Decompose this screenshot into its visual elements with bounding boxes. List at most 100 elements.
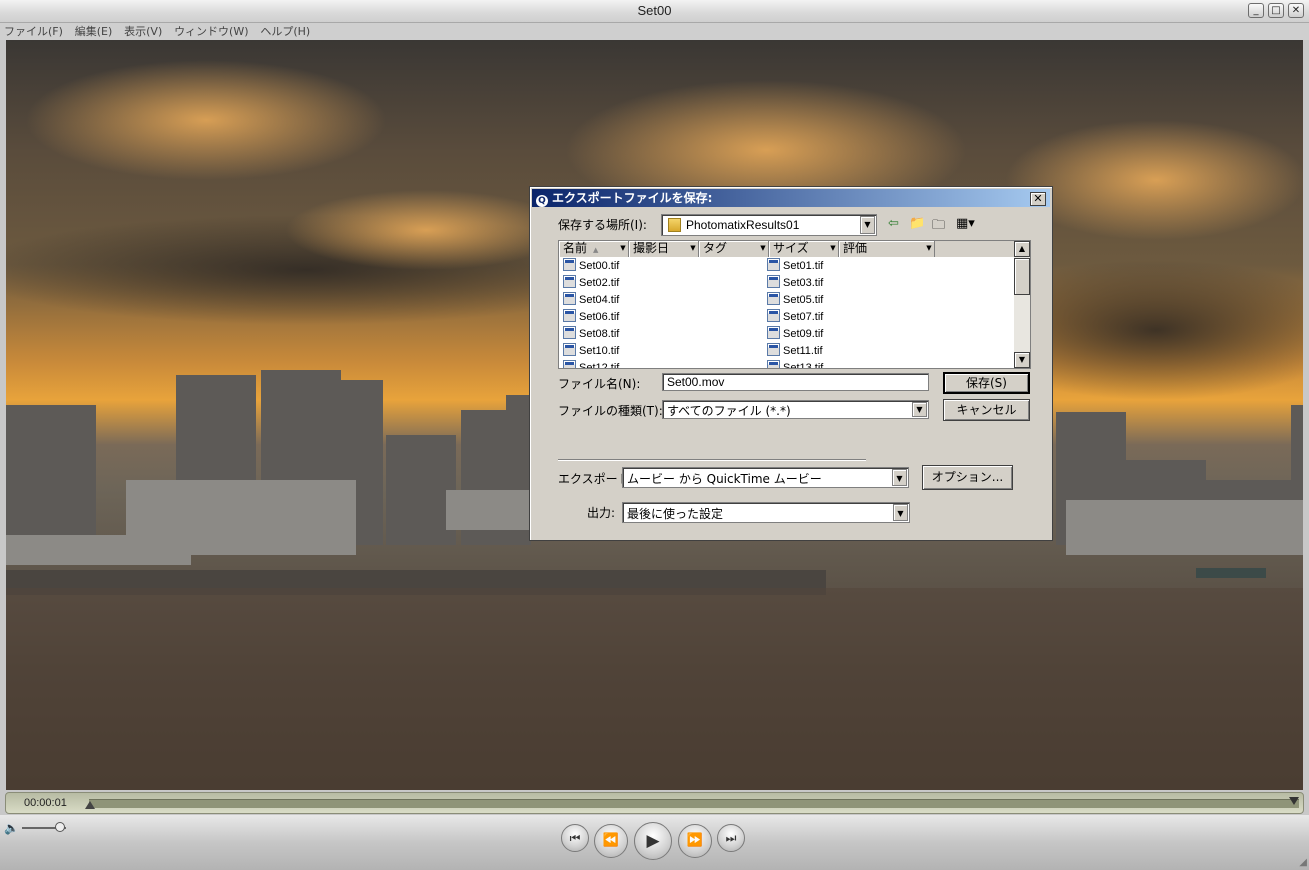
filename-input[interactable]: Set00.mov xyxy=(662,373,929,391)
tif-file-icon xyxy=(767,292,780,305)
folder-icon xyxy=(668,218,681,232)
tif-file-icon xyxy=(563,275,576,288)
window-titlebar: Set00 _ □ ✕ xyxy=(0,0,1309,23)
fast-forward-button[interactable]: ⏩ xyxy=(678,824,712,858)
quicktime-icon: Q xyxy=(536,195,548,207)
timeline-track[interactable] xyxy=(89,799,1299,808)
file-item[interactable]: Set01.tif xyxy=(767,258,823,275)
column-tag[interactable]: タグ ▼ xyxy=(699,241,769,257)
menu-window[interactable]: ウィンドウ(W) xyxy=(170,23,252,40)
separator xyxy=(558,459,866,461)
filename-label: ファイル名(N): xyxy=(558,377,641,391)
go-to-end-button[interactable]: ⏭ xyxy=(717,824,745,852)
location-combo[interactable]: PhotomatixResults01 ▼ xyxy=(661,214,877,236)
minimize-button[interactable]: _ xyxy=(1248,3,1264,18)
speaker-icon: 🔈 xyxy=(4,821,19,835)
export-select[interactable]: ムービー から QuickTime ムービー ▼ xyxy=(622,467,909,488)
file-name: Set01.tif xyxy=(783,260,824,272)
tif-file-icon xyxy=(767,343,780,356)
save-button[interactable]: 保存(S) xyxy=(943,372,1030,394)
file-item[interactable]: Set06.tif xyxy=(563,309,619,326)
file-item[interactable]: Set02.tif xyxy=(563,275,619,292)
file-item[interactable]: Set11.tif xyxy=(767,343,823,360)
output-label: 出力: xyxy=(587,506,616,520)
up-folder-icon[interactable]: 📁 xyxy=(909,216,925,231)
new-folder-icon[interactable]: 🗀 xyxy=(932,216,945,238)
file-item[interactable]: Set07.tif xyxy=(767,309,823,326)
file-name: Set05.tif xyxy=(783,294,824,306)
location-value: PhotomatixResults01 xyxy=(686,218,800,232)
chevron-down-icon[interactable]: ▼ xyxy=(893,504,908,521)
menu-edit[interactable]: 編集(E) xyxy=(71,23,117,40)
export-value: ムービー から QuickTime ムービー xyxy=(627,472,822,486)
scroll-up-button[interactable]: ▲ xyxy=(1014,241,1030,257)
vertical-scrollbar[interactable]: ▲ ▼ xyxy=(1014,241,1030,368)
chevron-down-icon[interactable]: ▼ xyxy=(860,216,875,234)
back-arrow-icon[interactable]: ⇦ xyxy=(888,216,899,231)
tif-file-icon xyxy=(563,326,576,339)
tif-file-icon xyxy=(767,258,780,271)
file-item[interactable]: Set00.tif xyxy=(563,258,619,275)
dialog-title: エクスポートファイルを保存: xyxy=(552,191,713,205)
maximize-button[interactable]: □ xyxy=(1268,3,1284,18)
file-name: Set02.tif xyxy=(579,277,620,289)
end-marker[interactable] xyxy=(1289,797,1299,805)
output-select[interactable]: 最後に使った設定 ▼ xyxy=(622,502,910,523)
view-menu-icon[interactable]: ▦▾ xyxy=(956,216,975,231)
file-name: Set06.tif xyxy=(579,311,620,323)
file-name: Set13.tif xyxy=(783,362,824,369)
file-name: Set12.tif xyxy=(579,362,620,369)
file-item[interactable]: Set10.tif xyxy=(563,343,619,360)
tif-file-icon xyxy=(767,275,780,288)
filetype-label: ファイルの種類(T): xyxy=(558,404,663,418)
file-item[interactable]: Set08.tif xyxy=(563,326,619,343)
timeline-bar: 00:00:01 xyxy=(5,792,1304,814)
tif-file-icon xyxy=(767,309,780,322)
file-item[interactable]: Set12.tif xyxy=(563,360,620,369)
dialog-titlebar: Q エクスポートファイルを保存: ✕ xyxy=(532,189,1050,207)
file-list[interactable]: 名前 ▲ ▼ 撮影日 ▼ タグ ▼ サイズ ▼ 評価 ▼ Set00.tif Set02.ti… xyxy=(558,240,1031,369)
timecode: 00:00:01 xyxy=(24,797,67,809)
file-name: Set00.tif xyxy=(579,260,620,272)
playhead[interactable] xyxy=(85,801,95,809)
chevron-down-icon[interactable]: ▼ xyxy=(912,402,927,417)
options-button[interactable]: オプション... xyxy=(922,465,1013,490)
menu-help[interactable]: ヘルプ(H) xyxy=(256,23,314,40)
tif-file-icon xyxy=(563,258,576,271)
window-title: Set00 xyxy=(637,3,672,18)
tif-file-icon xyxy=(563,360,576,368)
file-name: Set11.tif xyxy=(783,345,823,357)
filetype-select[interactable]: すべてのファイル (*.*) ▼ xyxy=(662,400,929,419)
cancel-button[interactable]: キャンセル xyxy=(943,399,1030,421)
filetype-value: すべてのファイル (*.*) xyxy=(667,404,791,418)
file-item[interactable]: Set04.tif xyxy=(563,292,619,309)
file-item[interactable]: Set09.tif xyxy=(767,326,823,343)
file-item[interactable]: Set13.tif xyxy=(767,360,824,369)
location-label: 保存する場所(I): xyxy=(558,218,647,232)
volume-knob[interactable] xyxy=(55,822,65,832)
play-button[interactable]: ▶ xyxy=(634,822,672,860)
file-name: Set03.tif xyxy=(783,277,824,289)
menu-view[interactable]: 表示(V) xyxy=(120,23,166,40)
dialog-close-button[interactable]: ✕ xyxy=(1030,192,1046,206)
rewind-button[interactable]: ⏪ xyxy=(594,824,628,858)
column-date[interactable]: 撮影日 ▼ xyxy=(629,241,699,257)
scroll-thumb[interactable] xyxy=(1014,258,1030,295)
file-name: Set04.tif xyxy=(579,294,620,306)
resize-grip-icon[interactable]: ◢ xyxy=(1299,857,1307,868)
column-rating[interactable]: 評価 ▼ xyxy=(839,241,935,257)
file-item[interactable]: Set03.tif xyxy=(767,275,823,292)
close-window-button[interactable]: ✕ xyxy=(1288,3,1304,18)
filename-value: Set00.mov xyxy=(667,375,725,389)
file-name: Set08.tif xyxy=(579,328,620,340)
file-item[interactable]: Set05.tif xyxy=(767,292,823,309)
column-name[interactable]: 名前 ▲ ▼ xyxy=(559,241,629,257)
scroll-down-button[interactable]: ▼ xyxy=(1014,352,1030,368)
chevron-down-icon[interactable]: ▼ xyxy=(892,469,907,486)
column-size[interactable]: サイズ ▼ xyxy=(769,241,839,257)
output-value: 最後に使った設定 xyxy=(627,507,724,521)
go-to-start-button[interactable]: ⏮ xyxy=(561,824,589,852)
tif-file-icon xyxy=(767,326,780,339)
menu-file[interactable]: ファイル(F) xyxy=(0,23,67,40)
player-controls: 🔈 ⏮ ⏪ ▶ ⏩ ⏭ ◢ xyxy=(0,815,1309,870)
